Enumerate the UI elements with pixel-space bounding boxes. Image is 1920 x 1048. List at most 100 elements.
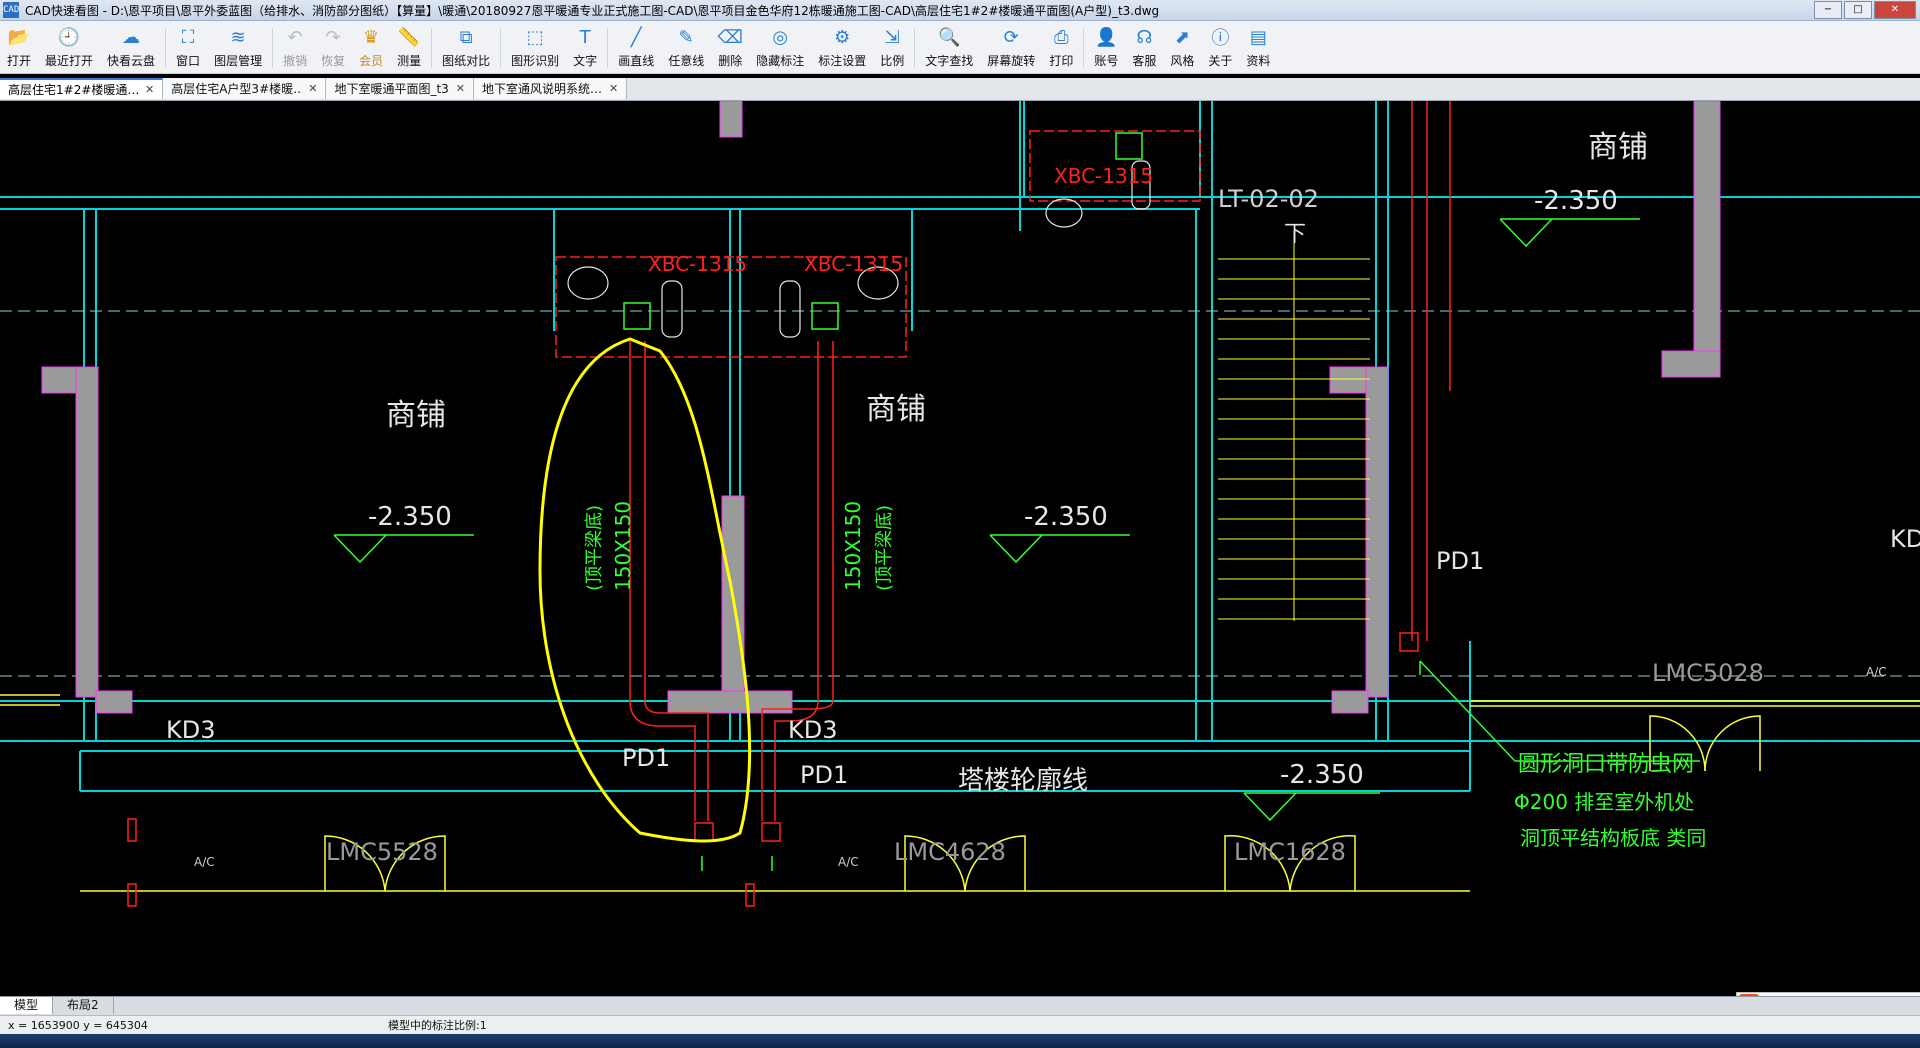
tab-label: 地下室暖通平面图_t3 [334,82,449,96]
shape-recognize-icon: ⬚ [526,26,544,48]
about-button[interactable]: ⓘ 关于 [1201,23,1239,73]
room-label: 商铺 [386,398,446,433]
tab-close-icon[interactable]: ✕ [145,83,154,96]
document-tab[interactable]: 地下室通风说明系统… ✕ [474,78,628,99]
cloud-icon: ☁ [122,26,141,48]
document-tabs: 高层住宅1#2#楼暖通… ✕ 高层住宅A户型3#楼暖… ✕ 地下室暖通平面图_t3 ✕ 地下… [0,78,1920,101]
duct-note: (顶平梁底) [874,505,895,591]
headset-icon: ☊ [1136,26,1153,48]
annot-label: 标注设置 [818,54,867,68]
duct-size-label: 150X150 [611,501,635,591]
freeline-button[interactable]: ✎ 任意线 [661,23,711,73]
vip-button[interactable]: ♛ 会员 [352,23,390,73]
app-icon: CAD [3,2,19,18]
kd-label: KD [1890,525,1920,553]
toolbar-separator [272,28,274,68]
docs-button[interactable]: ▤ 资料 [1239,23,1277,73]
title-bar: CAD CAD快速看图 - D:\恩平项目\恩平外委蓝图（给排水、消防部分图纸）… [0,0,1920,21]
rotate-label: 屏幕旋转 [987,54,1036,68]
tab-layout2[interactable]: 布局2 [53,997,114,1014]
recent-label: 最近打开 [45,54,94,68]
annot-button[interactable]: ⚙ 标注设置 [811,23,873,73]
style-label: 风格 [1170,54,1195,68]
about-label: 关于 [1208,54,1233,68]
docs-label: 资料 [1246,54,1271,68]
recognize-button[interactable]: ⬚ 图形识别 [504,23,566,73]
document-tab[interactable]: 地下室暖通平面图_t3 ✕ [326,78,474,99]
window-title: CAD快速看图 - D:\恩平项目\恩平外委蓝图（给排水、消防部分图纸）【算量】… [25,3,1160,18]
window-button[interactable]: ⛶ 窗口 [169,23,207,73]
toolbar-separator [607,28,609,68]
document-tab[interactable]: 高层住宅1#2#楼暖通… ✕ [0,78,164,99]
scale-button[interactable]: ⇲ 比例 [873,23,911,73]
cloud-button[interactable]: ☁ 快看云盘 [100,23,162,73]
account-button[interactable]: 👤 账号 [1087,23,1125,73]
toolbar-separator [914,28,916,68]
duct-tag: XBC-1315 [648,252,747,276]
kd-label: KD3 [166,716,216,744]
stair-tag: LT-02-02 [1218,185,1319,213]
duct-tag: XBC-1315 [804,252,903,276]
hide-button[interactable]: ◎ 隐藏标注 [749,23,811,73]
line-button[interactable]: ╱ 画直线 [611,23,661,73]
undo-label: 撤销 [283,54,308,68]
undo-icon: ↶ [287,26,303,48]
text-label: 文字 [573,54,598,68]
redo-icon: ↷ [325,26,341,48]
layers-button[interactable]: ≋ 图层管理 [207,23,269,73]
scale-icon: ⇲ [884,26,900,48]
hide-label: 隐藏标注 [756,54,805,68]
find-button[interactable]: 🔍 文字查找 [918,23,980,73]
tab-close-icon[interactable]: ✕ [609,82,618,95]
undo-button[interactable]: ↶ 撤销 [276,23,314,73]
door-tag: LMC5028 [1652,659,1764,687]
service-label: 客服 [1132,54,1157,68]
status-bar: x = 1653900 y = 645304 模型中的标注比例:1 [0,1015,1920,1034]
window-icon: ⛶ [181,26,195,48]
tab-close-icon[interactable]: ✕ [456,82,465,95]
open-button[interactable]: 📂 打开 [0,23,38,73]
minimize-button[interactable]: − [1814,1,1842,19]
style-button[interactable]: ⬈ 风格 [1163,23,1201,73]
elevation-symbols [333,218,1640,822]
cad-drawing[interactable]: 商铺 商铺 商铺 -2.350 -2.350 -2.350 -2.350 XBC… [0,101,1920,996]
style-icon: ⬈ [1174,26,1190,48]
drawing-canvas[interactable]: 商铺 商铺 商铺 -2.350 -2.350 -2.350 -2.350 XBC… [0,101,1920,996]
rotate-button[interactable]: ⟳ 屏幕旋转 [980,23,1042,73]
door-tag: LMC1628 [1234,838,1346,866]
redo-button[interactable]: ↷ 恢复 [314,23,352,73]
vip-label: 会员 [359,54,384,68]
document-tab[interactable]: 高层住宅A户型3#楼暖… ✕ [163,78,327,99]
print-button[interactable]: ⎙ 打印 [1042,23,1080,73]
scale-label: 比例 [880,54,905,68]
erase-button[interactable]: ⌫ 删除 [711,23,749,73]
service-button[interactable]: ☊ 客服 [1125,23,1163,73]
kd-label: KD3 [788,716,838,744]
shaft-label: PD1 [1436,547,1484,575]
tab-model[interactable]: 模型 [0,997,54,1014]
line-label: 画直线 [618,54,655,68]
close-button[interactable]: ✕ [1874,1,1916,19]
tab-close-icon[interactable]: ✕ [308,82,317,95]
shaft-label: PD1 [800,761,848,789]
compare-button[interactable]: ⧉ 图纸对比 [435,23,497,73]
recognize-label: 图形识别 [511,54,560,68]
measure-button[interactable]: 📏 测量 [390,23,428,73]
ruler-icon: 📏 [397,26,421,48]
recent-button[interactable]: 🕘 最近打开 [38,23,100,73]
duct-lines [127,101,1451,907]
tab-label: 高层住宅1#2#楼暖通… [8,83,138,97]
window-label: 窗口 [176,54,201,68]
tab-label: 地下室通风说明系统… [482,82,603,96]
duct-note: (顶平梁底) [584,505,605,591]
room-label: 商铺 [1588,130,1648,165]
duct-tag: XBC-1315 [1054,164,1153,188]
grid-lines [0,310,1920,677]
eraser-icon: ⌫ [717,26,743,48]
text-button[interactable]: T 文字 [566,23,604,73]
ac-label: A/C [194,855,215,869]
shaft-label: PD1 [622,744,670,772]
maximize-button[interactable]: □ [1844,1,1872,19]
os-taskbar [0,1034,1920,1048]
freeline-label: 任意线 [668,54,705,68]
